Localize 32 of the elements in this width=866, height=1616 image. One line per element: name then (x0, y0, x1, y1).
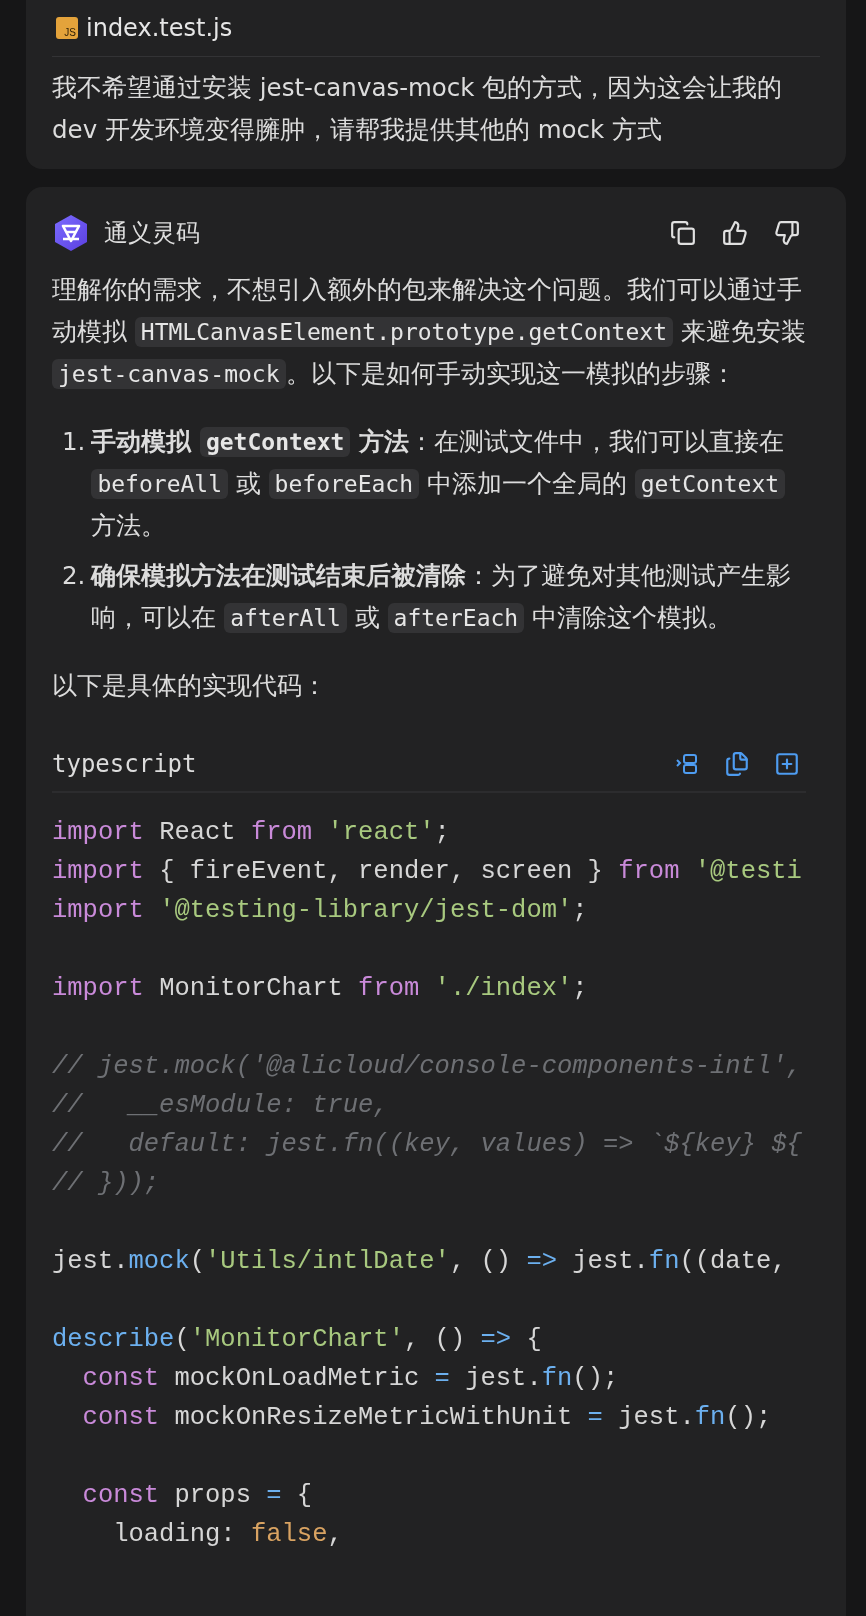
code-line: const props = { (81, 1480, 314, 1512)
copy-icon (724, 751, 750, 777)
code-line: import { fireEvent, render, screen } from '@testi (52, 856, 803, 888)
list-number: 2. (62, 560, 86, 592)
code-line: // __esModule: true, (52, 1090, 390, 1122)
copy-icon (670, 220, 696, 246)
list-item-text: 手动模拟 getContext 方法：在测试文件中，我们可以直接在 beforeAll 或 beforeEach 中添加一个全局的 getContext 方法。 (91, 426, 787, 542)
thumbs-up-icon (722, 220, 748, 246)
code-language: typescript (52, 750, 198, 778)
code-line: // jest.mock('@alicloud/console-components-intl', (52, 1051, 803, 1083)
js-file-icon: JS (56, 17, 78, 39)
code-line: loading: false, (112, 1519, 344, 1551)
code-line: const mockOnLoadMetric = jest.fn(); (81, 1363, 620, 1395)
answer-paragraph: 理解你的需求，不想引入额外的包来解决这个问题。我们可以通过手动模拟 HTMLCanvasElement.prototype.getContext 来避免安装 jest-canvas-mock 。以下是如何手动实现这一模拟的步骤： (52, 274, 806, 391)
code-line: import '@testing-library/jest-dom'; (52, 895, 589, 927)
thumbs-down-icon (774, 220, 800, 246)
code-line: describe('MonitorChart', () => { (52, 1324, 543, 1356)
code-line: import MonitorChart from './index'; (52, 973, 589, 1005)
code-line: // })); (52, 1168, 161, 1200)
list-item-text: 确保模拟方法在测试结束后被清除：为了避免对其他测试产生影响，可以在 afterAll 或 afterEach 中清除这个模拟。 (91, 560, 793, 635)
file-name[interactable]: index.test.js (86, 14, 233, 42)
lead-text: 以下是具体的实现代码： (52, 670, 328, 702)
insert-icon (674, 751, 700, 777)
logo-icon (52, 214, 90, 252)
code-line: // default: jest.fn((key, values) => `${key} ${ (52, 1129, 803, 1161)
list-number: 1. (62, 426, 86, 458)
plus-square-icon (774, 751, 800, 777)
code-line: import React from 'react'; (52, 817, 451, 849)
code-line: const mockOnResizeMetricWithUnit = jest.fn(); (81, 1402, 773, 1434)
assistant-name: 通义灵码 (104, 218, 201, 249)
code-line: jest.mock('Utils/intlDate', () => jest.fn((date, (52, 1246, 788, 1278)
question-text: 我不希望通过安装 jest-canvas-mock 包的方式，因为这会让我的 dev 开发环境变得臃肿，请帮我提供其他的 mock 方式 (52, 72, 784, 146)
